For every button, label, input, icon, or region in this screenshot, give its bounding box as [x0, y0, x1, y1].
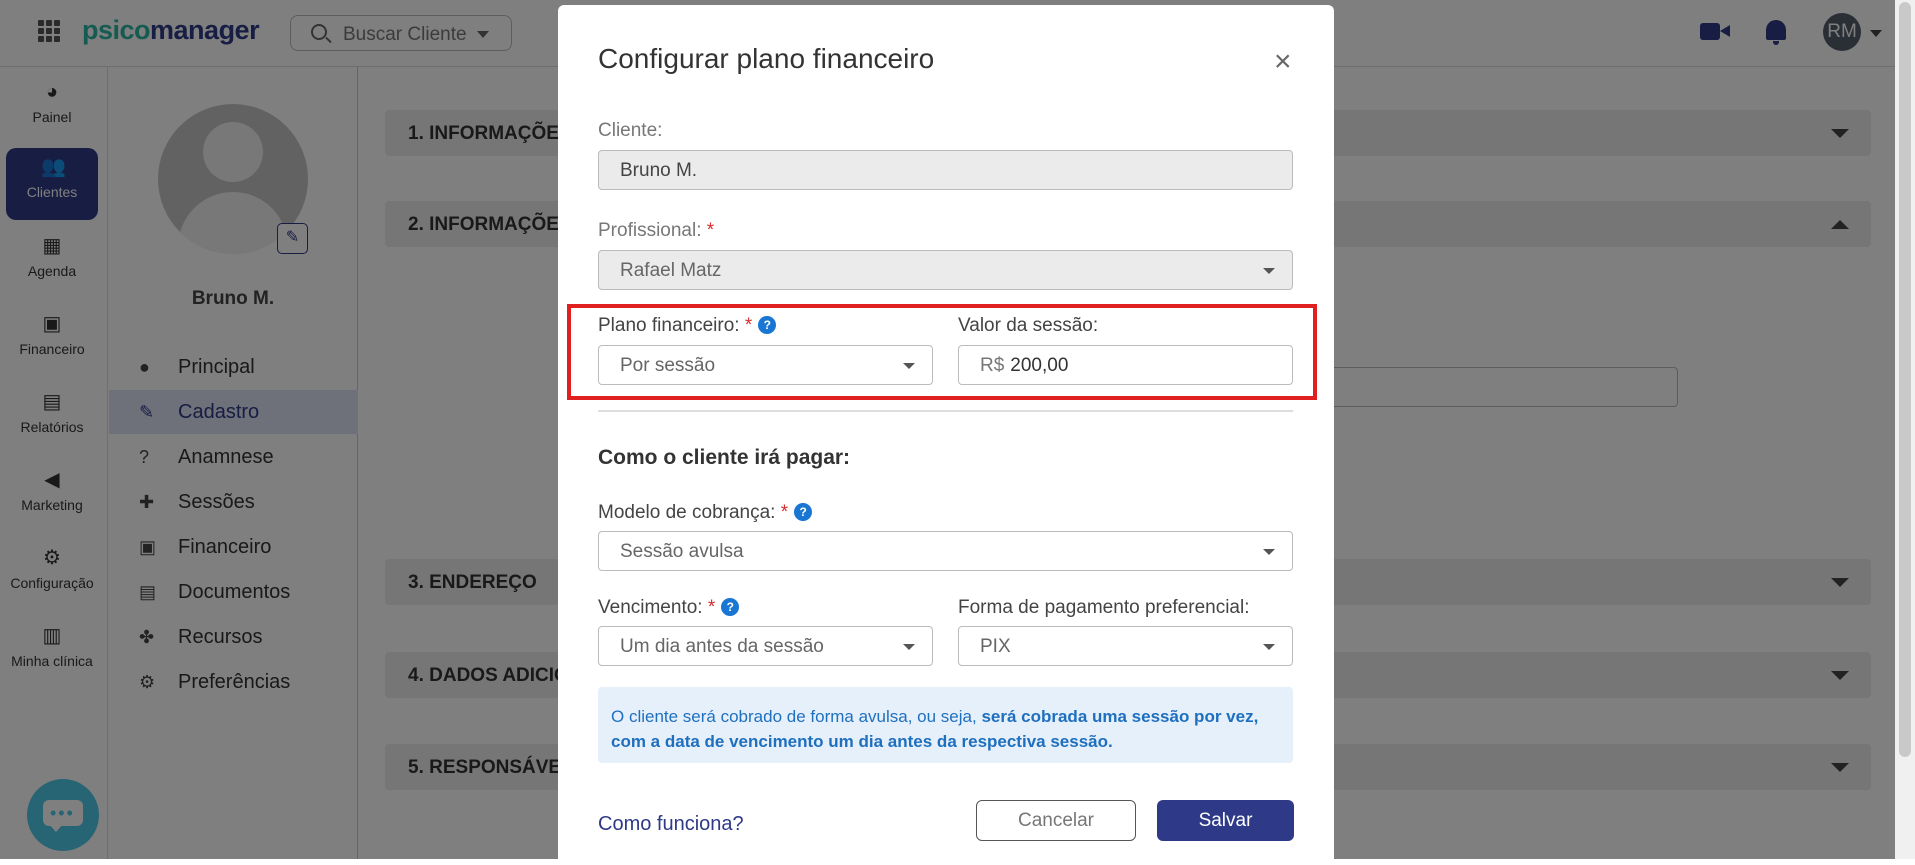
vencimento-label-text: Vencimento:: [598, 597, 703, 618]
profissional-select: Rafael Matz: [598, 250, 1293, 290]
modelo-label-text: Modelo de cobrança:: [598, 502, 776, 523]
required-mark: *: [707, 597, 716, 618]
vencimento-label: Vencimento: *?: [598, 597, 740, 619]
how-it-works-link[interactable]: Como funciona?: [598, 813, 744, 836]
cancel-button[interactable]: Cancelar: [976, 800, 1136, 841]
vencimento-value: Um dia antes da sessão: [620, 636, 824, 657]
forma-pagamento-select[interactable]: PIX: [958, 626, 1293, 666]
section-title: Como o cliente irá pagar:: [598, 446, 851, 469]
help-icon[interactable]: ?: [794, 503, 813, 521]
scrollbar-thumb[interactable]: [1899, 2, 1911, 757]
chevron-down-icon: [1263, 549, 1275, 555]
highlight-box: [567, 304, 1317, 400]
page-scrollbar[interactable]: [1895, 0, 1915, 859]
financial-plan-modal: Configurar plano financeiro × Cliente: B…: [558, 5, 1334, 865]
help-icon[interactable]: ?: [721, 598, 740, 616]
modelo-label: Modelo de cobrança: *?: [598, 502, 813, 524]
cliente-value: Bruno M.: [620, 160, 698, 181]
save-button[interactable]: Salvar: [1157, 800, 1294, 841]
chevron-down-icon: [1263, 268, 1275, 274]
modal-title: Configurar plano financeiro: [598, 43, 935, 74]
profissional-label-text: Profissional:: [598, 220, 702, 241]
modelo-value: Sessão avulsa: [620, 541, 744, 562]
section-divider: [598, 410, 1293, 412]
required-mark: *: [780, 502, 789, 523]
chevron-down-icon: [1263, 644, 1275, 650]
modelo-select[interactable]: Sessão avulsa: [598, 531, 1293, 571]
close-icon[interactable]: ×: [1274, 47, 1292, 77]
profissional-value: Rafael Matz: [620, 260, 722, 281]
forma-label: Forma de pagamento preferencial:: [958, 597, 1250, 618]
vencimento-select[interactable]: Um dia antes da sessão: [598, 626, 933, 666]
profissional-label: Profissional: *: [598, 220, 714, 242]
chevron-down-icon: [903, 644, 915, 650]
cliente-field: Bruno M.: [598, 150, 1293, 190]
required-mark: *: [706, 220, 715, 241]
forma-value: PIX: [980, 636, 1011, 657]
cliente-label: Cliente:: [598, 120, 663, 141]
info-box: O cliente será cobrado de forma avulsa, …: [598, 687, 1293, 763]
info-text: O cliente será cobrado de forma avulsa, …: [611, 707, 982, 726]
